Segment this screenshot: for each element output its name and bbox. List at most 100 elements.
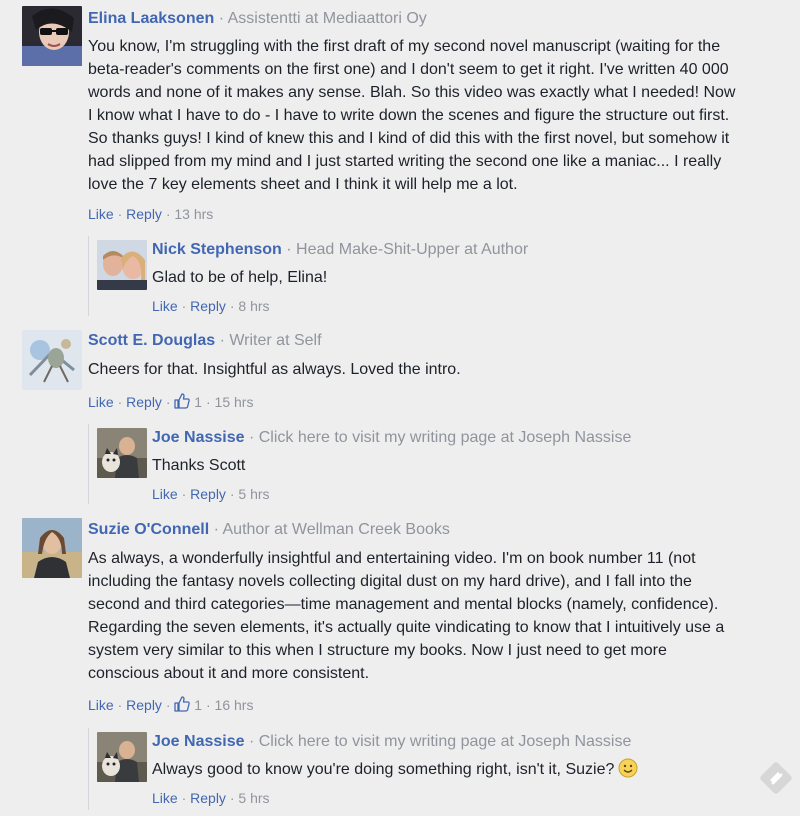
separator: · (248, 429, 255, 446)
author-title: Assistentti at Mediaattori Oy (227, 10, 427, 27)
timestamp[interactable]: 5 hrs (238, 790, 269, 806)
separator: · (117, 394, 123, 410)
comment-header: Nick Stephenson · Head Make-Shit-Upper a… (152, 240, 528, 260)
separator: · (218, 10, 225, 27)
reply-thread-line (88, 424, 89, 504)
comment-text-line: conscious about it and more consistent. (88, 665, 370, 682)
avatar[interactable] (97, 732, 147, 782)
author-name[interactable]: Joe Nassise (152, 429, 245, 446)
timestamp[interactable]: 8 hrs (238, 298, 269, 314)
reply-nick: Nick Stephenson · Head Make-Shit-Upper a… (97, 240, 787, 320)
comment-text-line: including the fantasy novels collecting … (88, 573, 692, 590)
author-title[interactable]: Click here to visit my writing page at J… (259, 733, 632, 750)
author-title: Author at Wellman Creek Books (222, 521, 450, 538)
timestamp[interactable]: 15 hrs (215, 394, 254, 410)
comment-text-line: Glad to be of help, Elina! (152, 269, 328, 286)
reply-joe-2: Joe Nassise · Click here to visit my wri… (97, 732, 787, 812)
comment-text-line: I know what I have to do - I have to wri… (88, 107, 730, 124)
like-link[interactable]: Like (152, 790, 178, 806)
separator: · (181, 790, 187, 806)
separator: · (181, 298, 187, 314)
author-title[interactable]: Click here to visit my writing page at J… (259, 429, 632, 446)
like-link[interactable]: Like (152, 486, 178, 502)
author-name[interactable]: Scott E. Douglas (88, 332, 215, 349)
comment-text-line: words and none of it makes any sense. Bl… (88, 84, 736, 101)
comment-text: As always, a wonderfully insightful and … (88, 547, 788, 685)
reply-link[interactable]: Reply (190, 790, 226, 806)
like-link[interactable]: Like (88, 697, 114, 713)
author-name[interactable]: Nick Stephenson (152, 241, 282, 258)
comment-text-line: system very similar to this when I struc… (88, 642, 667, 659)
comment-actions: Like · Reply · 1 · 15 hrs (88, 393, 253, 411)
like-count[interactable]: 1 (194, 394, 202, 410)
reply-thread-line (88, 728, 89, 810)
separator: · (229, 790, 235, 806)
comment-text: Thanks Scott (152, 454, 245, 477)
reply-link[interactable]: Reply (190, 486, 226, 502)
separator: · (248, 733, 255, 750)
comment-actions: Like · Reply · 5 hrs (152, 485, 270, 503)
comment-header: Scott E. Douglas · Writer at Self (88, 331, 322, 351)
reply-link[interactable]: Reply (126, 206, 162, 222)
separator: · (219, 332, 225, 349)
separator: · (229, 298, 235, 314)
comment-text-line: had slipped from my mind and I just star… (88, 153, 722, 170)
comment-text-line: second and third categories—time managem… (88, 596, 719, 613)
comment-text: You know, I'm struggling with the first … (88, 35, 788, 196)
like-link[interactable]: Like (88, 206, 114, 222)
comment-text-line: Cheers for that. Insightful as always. L… (88, 361, 461, 378)
comment-actions: Like · Reply · 13 hrs (88, 205, 213, 223)
comment-text-line: You know, I'm struggling with the first … (88, 38, 721, 55)
thumbs-up-icon[interactable] (174, 393, 191, 409)
comment-text-line: As always, a wonderfully insightful and … (88, 550, 696, 567)
timestamp[interactable]: 5 hrs (238, 486, 269, 502)
timestamp[interactable]: 16 hrs (215, 697, 254, 713)
comment-text: Always good to know you're doing somethi… (152, 758, 638, 781)
separator: · (117, 206, 123, 222)
author-title: Head Make-Shit-Upper at Author (296, 241, 529, 258)
separator: · (165, 206, 171, 222)
avatar[interactable] (22, 6, 82, 66)
separator: · (286, 241, 292, 258)
comment-text-line: Regarding the seven elements, it's actua… (88, 619, 725, 636)
separator: · (165, 394, 171, 410)
reply-link[interactable]: Reply (126, 697, 162, 713)
avatar[interactable] (22, 330, 82, 390)
reply-joe-1: Joe Nassise · Click here to visit my wri… (97, 428, 787, 508)
timestamp[interactable]: 13 hrs (174, 206, 213, 222)
avatar[interactable] (97, 428, 147, 478)
comment-text-line: Thanks Scott (152, 457, 246, 474)
comment-text-line: Always good to know you're doing somethi… (152, 761, 615, 778)
separator: · (213, 521, 219, 538)
comment-actions: Like · Reply · 5 hrs (152, 789, 270, 807)
comment-text-line: beta-reader's comments on the first one)… (88, 61, 729, 78)
thumbs-up-icon[interactable] (174, 696, 191, 712)
comment-plugin-logo-icon (760, 762, 792, 794)
author-name[interactable]: Suzie O'Connell (88, 521, 209, 538)
comment-header: Suzie O'Connell · Author at Wellman Cree… (88, 520, 450, 540)
reply-thread-line (88, 236, 89, 316)
separator: · (117, 697, 123, 713)
separator: · (229, 486, 235, 502)
like-link[interactable]: Like (88, 394, 114, 410)
comment-text-line: So thanks guys! I kind of knew this and … (88, 130, 730, 147)
comment-text: Cheers for that. Insightful as always. L… (88, 358, 461, 381)
comment-actions: Like · Reply · 8 hrs (152, 297, 270, 315)
reply-link[interactable]: Reply (126, 394, 162, 410)
smiley-emoji-icon (618, 758, 638, 778)
separator: · (205, 394, 211, 410)
like-count[interactable]: 1 (194, 697, 202, 713)
author-name[interactable]: Joe Nassise (152, 733, 245, 750)
separator: · (205, 697, 211, 713)
comment-header: Elina Laaksonen · Assistentti at Mediaat… (88, 9, 427, 29)
comment-header: Joe Nassise · Click here to visit my wri… (152, 732, 631, 752)
like-link[interactable]: Like (152, 298, 178, 314)
author-name[interactable]: Elina Laaksonen (88, 10, 214, 27)
avatar[interactable] (22, 518, 82, 578)
author-title: Writer at Self (229, 332, 322, 349)
comment-text: Glad to be of help, Elina! (152, 266, 327, 289)
reply-link[interactable]: Reply (190, 298, 226, 314)
avatar[interactable] (97, 240, 147, 290)
separator: · (181, 486, 187, 502)
comment-text-line: love the 7 key elements sheet and I thin… (88, 176, 518, 193)
